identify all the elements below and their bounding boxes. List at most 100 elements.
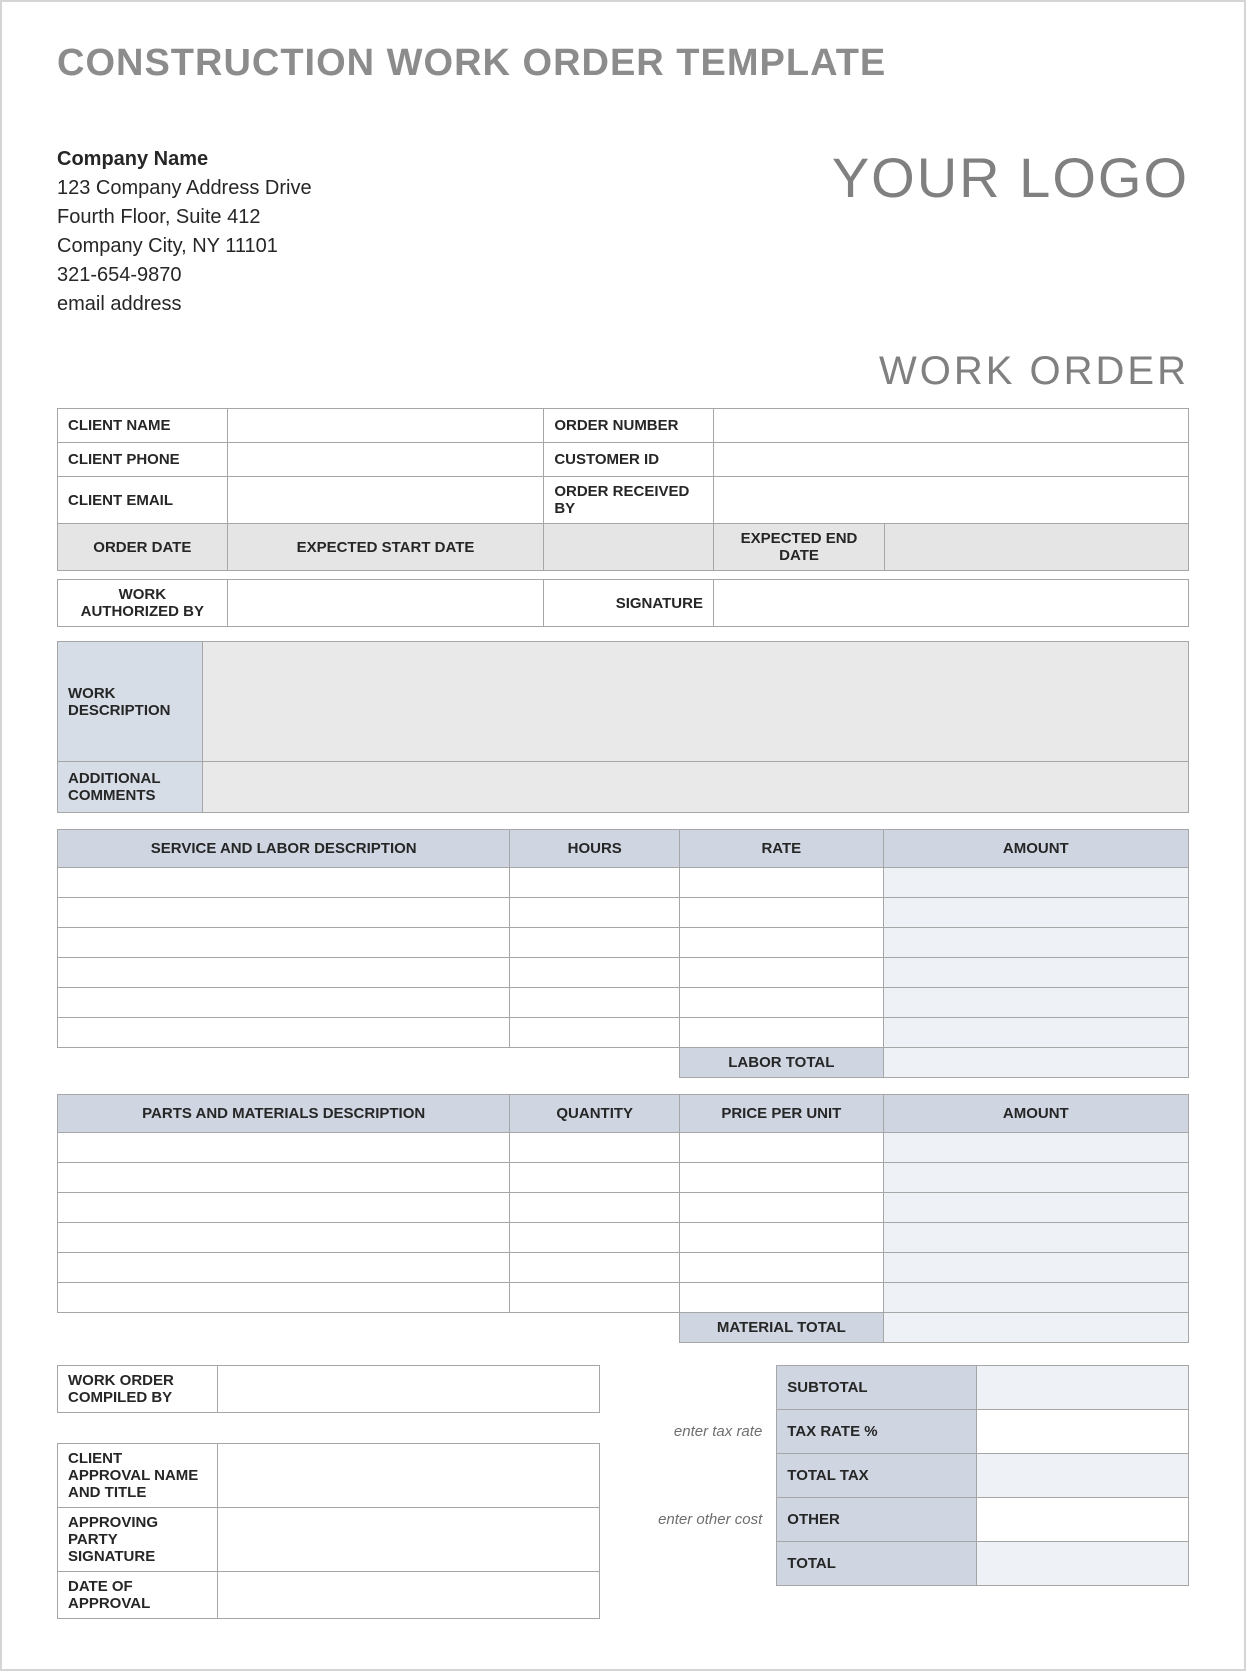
labor-amount-cell[interactable] [883, 958, 1188, 988]
subtotal-value [977, 1366, 1189, 1410]
approval-date-input[interactable] [218, 1572, 600, 1619]
materials-price-cell[interactable] [680, 1133, 884, 1163]
auth-by-label: WORK AUTHORIZED BY [58, 580, 228, 627]
tax-rate-label: TAX RATE % [777, 1410, 977, 1454]
approval-name-input[interactable] [218, 1444, 600, 1508]
labor-desc-cell[interactable] [58, 898, 510, 928]
labor-desc-cell[interactable] [58, 868, 510, 898]
labor-desc-cell[interactable] [58, 958, 510, 988]
materials-price-cell[interactable] [680, 1283, 884, 1313]
labor-rate-cell[interactable] [680, 898, 884, 928]
materials-price-header: PRICE PER UNIT [680, 1095, 884, 1133]
labor-amount-cell[interactable] [883, 928, 1188, 958]
materials-table: PARTS AND MATERIALS DESCRIPTION QUANTITY… [57, 1094, 1189, 1343]
company-addr1: 123 Company Address Drive [57, 174, 312, 203]
customer-id-input[interactable] [713, 443, 1188, 477]
materials-qty-cell[interactable] [510, 1163, 680, 1193]
company-name: Company Name [57, 145, 312, 174]
labor-rate-cell[interactable] [680, 1018, 884, 1048]
labor-amount-cell[interactable] [883, 898, 1188, 928]
total-label: TOTAL [777, 1542, 977, 1586]
labor-rate-cell[interactable] [680, 928, 884, 958]
materials-qty-cell[interactable] [510, 1223, 680, 1253]
materials-qty-cell[interactable] [510, 1133, 680, 1163]
approval-date-label: DATE OF APPROVAL [58, 1572, 218, 1619]
materials-price-cell[interactable] [680, 1223, 884, 1253]
client-name-label: CLIENT NAME [58, 409, 228, 443]
tax-rate-input[interactable] [977, 1410, 1189, 1454]
expected-start-input[interactable] [544, 524, 714, 571]
order-number-input[interactable] [713, 409, 1188, 443]
labor-amount-header: AMOUNT [883, 830, 1188, 868]
comments-input[interactable] [203, 762, 1189, 813]
labor-row [58, 958, 1189, 988]
labor-desc-cell[interactable] [58, 988, 510, 1018]
labor-hours-cell[interactable] [510, 1018, 680, 1048]
total-value [977, 1542, 1189, 1586]
expected-end-input[interactable] [885, 524, 1188, 570]
auth-by-input[interactable] [227, 580, 544, 627]
compiled-table: WORK ORDER COMPILED BY [57, 1365, 600, 1413]
page: CONSTRUCTION WORK ORDER TEMPLATE Company… [0, 0, 1246, 1671]
labor-amount-cell[interactable] [883, 868, 1188, 898]
materials-qty-cell[interactable] [510, 1253, 680, 1283]
labor-desc-cell[interactable] [58, 928, 510, 958]
materials-amount-cell[interactable] [883, 1193, 1188, 1223]
materials-amount-cell[interactable] [883, 1253, 1188, 1283]
materials-desc-cell[interactable] [58, 1163, 510, 1193]
labor-hours-cell[interactable] [510, 928, 680, 958]
materials-price-cell[interactable] [680, 1253, 884, 1283]
materials-amount-cell[interactable] [883, 1133, 1188, 1163]
labor-desc-cell[interactable] [58, 1018, 510, 1048]
labor-desc-header: SERVICE AND LABOR DESCRIPTION [58, 830, 510, 868]
materials-row [58, 1253, 1189, 1283]
labor-hours-cell[interactable] [510, 898, 680, 928]
materials-price-cell[interactable] [680, 1163, 884, 1193]
client-email-input[interactable] [227, 477, 544, 524]
work-desc-input[interactable] [203, 642, 1189, 762]
materials-price-cell[interactable] [680, 1193, 884, 1223]
labor-total-label: LABOR TOTAL [680, 1048, 884, 1078]
labor-rate-cell[interactable] [680, 958, 884, 988]
client-phone-input[interactable] [227, 443, 544, 477]
totals-table: SUBTOTAL enter tax rate TAX RATE % TOTAL… [600, 1365, 1189, 1586]
labor-amount-cell[interactable] [883, 988, 1188, 1018]
labor-hours-cell[interactable] [510, 868, 680, 898]
labor-rate-header: RATE [680, 830, 884, 868]
compiled-input[interactable] [218, 1366, 600, 1413]
labor-rate-cell[interactable] [680, 868, 884, 898]
other-hint: enter other cost [600, 1498, 776, 1542]
client-phone-label: CLIENT PHONE [58, 443, 228, 477]
labor-amount-cell[interactable] [883, 1018, 1188, 1048]
materials-desc-cell[interactable] [58, 1283, 510, 1313]
auth-sig-input[interactable] [713, 580, 1188, 627]
materials-amount-cell[interactable] [883, 1283, 1188, 1313]
company-addr2: Fourth Floor, Suite 412 [57, 203, 312, 232]
materials-desc-cell[interactable] [58, 1133, 510, 1163]
order-number-label: ORDER NUMBER [544, 409, 714, 443]
subtotal-label: SUBTOTAL [777, 1366, 977, 1410]
materials-desc-cell[interactable] [58, 1193, 510, 1223]
order-date-input[interactable]: EXPECTED START DATE [227, 524, 544, 571]
client-name-input[interactable] [227, 409, 544, 443]
approval-sig-input[interactable] [218, 1508, 600, 1572]
materials-desc-cell[interactable] [58, 1253, 510, 1283]
materials-qty-cell[interactable] [510, 1193, 680, 1223]
materials-amount-cell[interactable] [883, 1163, 1188, 1193]
labor-hours-cell[interactable] [510, 958, 680, 988]
received-by-input[interactable] [713, 477, 1188, 524]
expected-end-label: EXPECTED END DATE [714, 524, 885, 570]
received-by-label: ORDER RECEIVED BY [544, 477, 714, 524]
materials-qty-cell[interactable] [510, 1283, 680, 1313]
other-input[interactable] [977, 1498, 1189, 1542]
materials-amount-cell[interactable] [883, 1223, 1188, 1253]
labor-row [58, 898, 1189, 928]
labor-row [58, 928, 1189, 958]
client-table: CLIENT NAME ORDER NUMBER CLIENT PHONE CU… [57, 408, 1189, 571]
materials-desc-cell[interactable] [58, 1223, 510, 1253]
labor-row [58, 868, 1189, 898]
labor-rate-cell[interactable] [680, 988, 884, 1018]
materials-row [58, 1193, 1189, 1223]
materials-row [58, 1283, 1189, 1313]
labor-hours-cell[interactable] [510, 988, 680, 1018]
